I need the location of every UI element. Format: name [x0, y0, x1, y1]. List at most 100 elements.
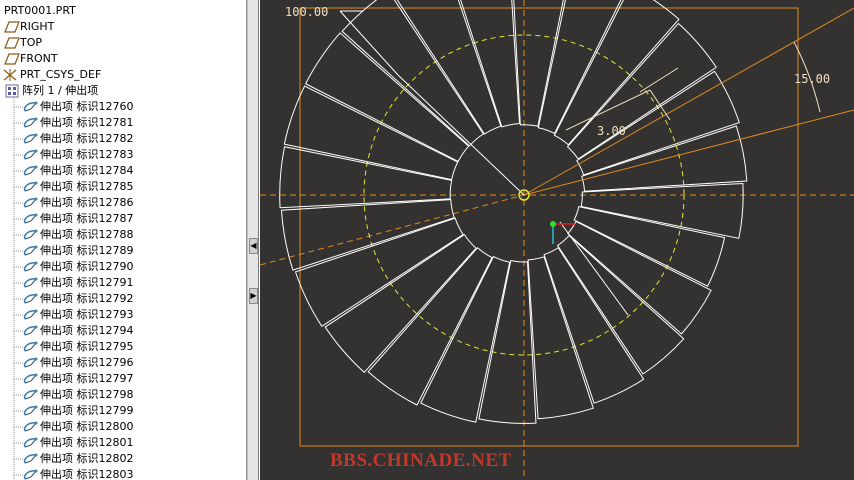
dimension-leader: [339, 10, 399, 76]
tree-label: 伸出项 标识12800: [40, 420, 134, 433]
stair-step: [283, 85, 459, 181]
dimension-leader: [397, 74, 525, 196]
tree-item-datum-right[interactable]: RIGHT: [2, 19, 54, 35]
tree-label: TOP: [20, 36, 43, 49]
model-canvas[interactable]: 100.00 15.00 3.00: [260, 0, 854, 480]
tree-item-protrusion[interactable]: 伸出项 标识12803: [22, 467, 134, 480]
panel-sash[interactable]: ◀ ▶: [247, 0, 259, 480]
tree-item-protrusion[interactable]: 伸出项 标识12799: [22, 403, 134, 419]
tree-item-protrusion[interactable]: 伸出项 标识12787: [22, 211, 134, 227]
tree-item-csys[interactable]: PRT_CSYS_DEF: [2, 67, 101, 83]
tree-label: 伸出项 标识12796: [40, 356, 134, 369]
tree-label: 伸出项 标识12801: [40, 436, 134, 449]
protrusion-icon: [23, 101, 38, 112]
tree-item-protrusion[interactable]: 伸出项 标识12782: [22, 131, 134, 147]
stair-step: [478, 260, 537, 424]
tree-label: PRT0001.PRT: [4, 4, 76, 17]
tree-label: 伸出项 标识12791: [40, 276, 134, 289]
graphics-viewport[interactable]: 100.00 15.00 3.00 BBS.CHINADE.NET: [260, 0, 854, 480]
protrusion-icon: [23, 357, 38, 368]
datum-plane-icon: [4, 53, 20, 65]
tree-label: 伸出项 标识12797: [40, 372, 134, 385]
protrusion-icon: [23, 229, 38, 240]
stair-step: [279, 146, 453, 209]
tree-item-protrusion[interactable]: 伸出项 标识12788: [22, 227, 134, 243]
tree-label: 伸出项 标识12802: [40, 452, 134, 465]
tree-label: 伸出项 标识12785: [40, 180, 134, 193]
protrusion-icon: [23, 245, 38, 256]
protrusion-icon: [23, 421, 38, 432]
tree-label: 伸出项 标识12783: [40, 148, 134, 161]
stair-step: [537, 0, 622, 135]
tree-item-protrusion[interactable]: 伸出项 标识12798: [22, 387, 134, 403]
tree-item-protrusion[interactable]: 伸出项 标识12784: [22, 163, 134, 179]
tree-item-datum-top[interactable]: TOP: [2, 35, 42, 51]
tree-item-protrusion[interactable]: 伸出项 标识12800: [22, 419, 134, 435]
tree-label: 伸出项 标识12803: [40, 468, 134, 480]
tree-item-protrusion[interactable]: 伸出项 标识12791: [22, 275, 134, 291]
stair-step: [573, 206, 726, 287]
stair-step: [367, 247, 493, 406]
tree-item-protrusion[interactable]: 伸出项 标识12785: [22, 179, 134, 195]
stair-step: [543, 247, 645, 404]
angle-reference-line: [523, 7, 854, 196]
tree-item-protrusion[interactable]: 伸出项 标识12790: [22, 259, 134, 275]
tree-item-protrusion[interactable]: 伸出项 标识12801: [22, 435, 134, 451]
tree-label: 伸出项 标识12792: [40, 292, 134, 305]
tree-item-protrusion[interactable]: 伸出项 标识12802: [22, 451, 134, 467]
datum-plane-icon: [4, 21, 20, 33]
tree-label: FRONT: [20, 52, 58, 65]
stair-step: [324, 233, 477, 374]
dimension-leader: [639, 67, 679, 93]
tree-label: 伸出项 标识12798: [40, 388, 134, 401]
pattern-icon: [5, 84, 19, 98]
tree-item-protrusion[interactable]: 伸出项 标识12792: [22, 291, 134, 307]
protrusion-icon: [23, 181, 38, 192]
tree-item-protrusion[interactable]: 伸出项 标识12781: [22, 115, 134, 131]
protrusion-icon: [23, 405, 38, 416]
tree-item-protrusion[interactable]: 伸出项 标识12794: [22, 323, 134, 339]
tree-item-protrusion[interactable]: 伸出项 标识12789: [22, 243, 134, 259]
watermark: BBS.CHINADE.NET: [330, 450, 512, 471]
stair-step: [280, 199, 455, 271]
protrusion-icon: [23, 165, 38, 176]
stair-step: [294, 217, 464, 327]
stair-step: [527, 256, 594, 420]
tree-label: 伸出项 标识12790: [40, 260, 134, 273]
dimension-leader: [649, 89, 671, 121]
protrusion-icon: [23, 341, 38, 352]
tree-item-protrusion[interactable]: 伸出项 标识12783: [22, 147, 134, 163]
tree-item-protrusion[interactable]: 伸出项 标识12797: [22, 371, 134, 387]
protrusion-icon: [23, 309, 38, 320]
tree-item-protrusion[interactable]: 伸出项 标识12796: [22, 355, 134, 371]
protrusion-icon: [23, 213, 38, 224]
tree-item-protrusion[interactable]: 伸出项 标识12793: [22, 307, 134, 323]
tree-item-datum-front[interactable]: FRONT: [2, 51, 58, 67]
tree-root-part[interactable]: PRT0001.PRT: [4, 3, 76, 19]
tree-label: 伸出项 标识12782: [40, 132, 134, 145]
protrusion-icon: [23, 197, 38, 208]
protrusion-icon: [23, 325, 38, 336]
stair-step: [420, 255, 511, 423]
protrusion-icon: [23, 117, 38, 128]
stair-step: [513, 0, 564, 127]
tree-item-protrusion[interactable]: 伸出项 标识12786: [22, 195, 134, 211]
tree-item-protrusion[interactable]: 伸出项 标识12760: [22, 99, 134, 115]
protrusion-icon: [23, 293, 38, 304]
stair-step: [460, 0, 521, 128]
protrusion-icon: [23, 453, 38, 464]
tree-label: 伸出项 标识12788: [40, 228, 134, 241]
protrusion-icon: [23, 133, 38, 144]
tree-label: 伸出项 标识12784: [40, 164, 134, 177]
expand-panel-button[interactable]: ▶: [249, 288, 258, 304]
tree-label: 阵列 1 / 伸出项: [22, 84, 99, 97]
tree-item-protrusion[interactable]: 伸出项 标识12795: [22, 339, 134, 355]
protrusion-icon: [23, 373, 38, 384]
collapse-panel-button[interactable]: ◀: [249, 238, 258, 254]
stair-step: [341, 0, 485, 147]
tree-item-pattern[interactable]: 阵列 1 / 伸出项: [4, 83, 98, 99]
stair-step: [580, 183, 744, 239]
tree-label: 伸出项 标识12786: [40, 196, 134, 209]
tree-label: 伸出项 标识12760: [40, 100, 134, 113]
model-tree: PRT0001.PRT RIGHT TOP FRONT PRT_CSYS_DEF 阵列 1…: [0, 0, 247, 480]
